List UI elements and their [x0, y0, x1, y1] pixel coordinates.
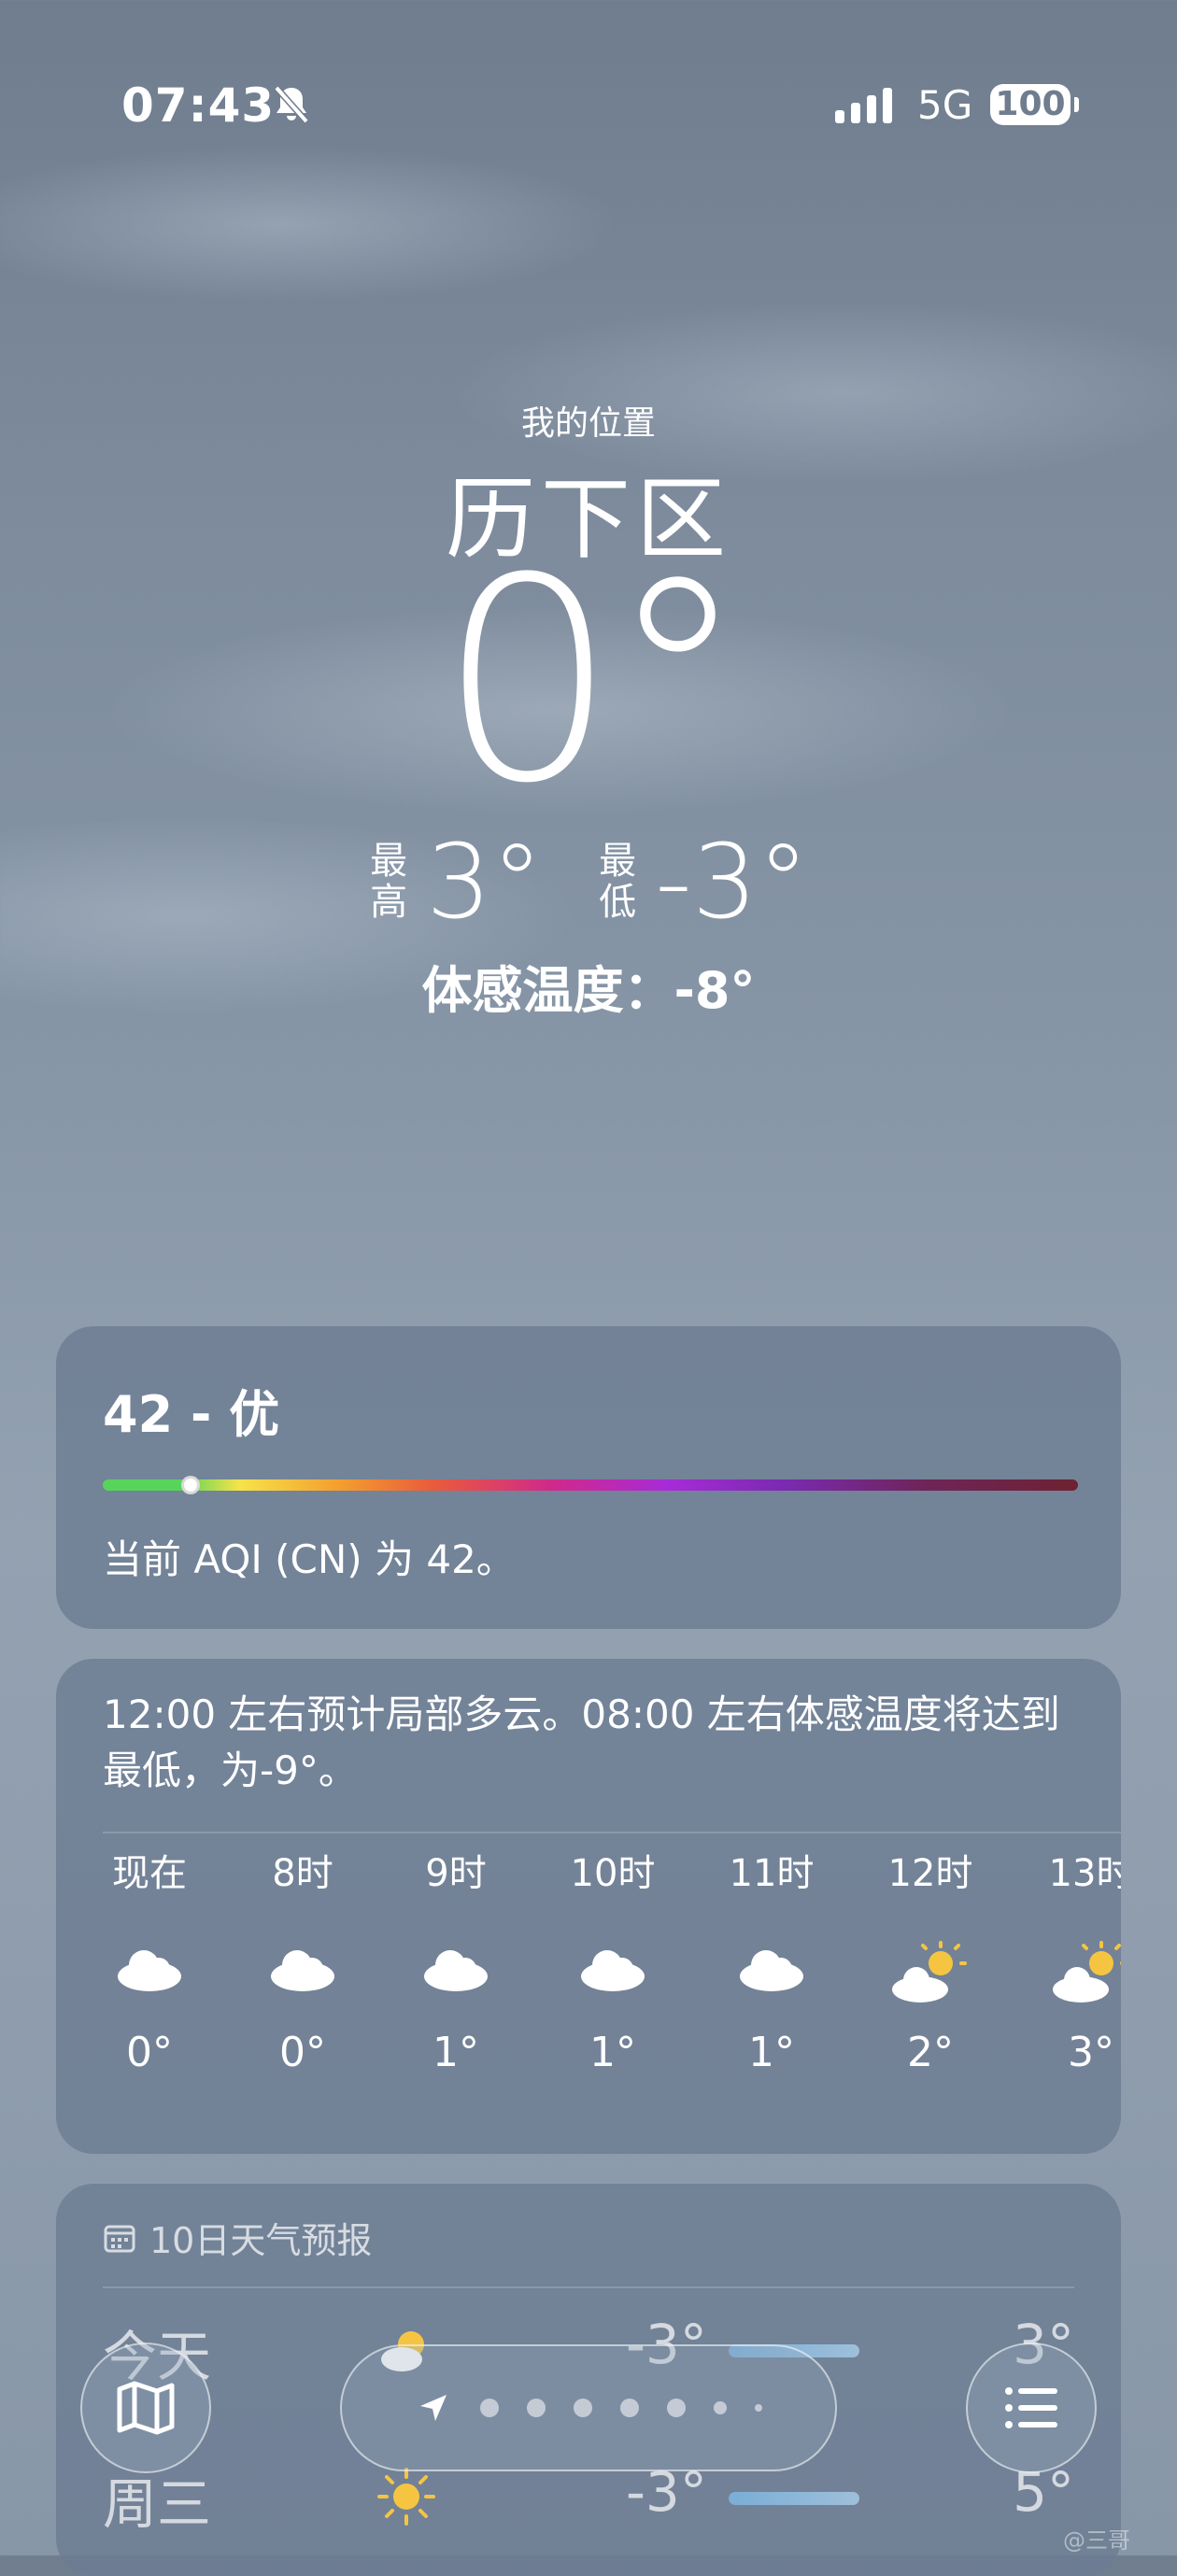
- low-label: 最低: [599, 840, 637, 924]
- map-button[interactable]: [80, 2342, 211, 2473]
- page-dot[interactable]: [714, 2401, 727, 2414]
- partly-sunny-icon: [1035, 1939, 1121, 2008]
- aqi-marker: [180, 1476, 200, 1494]
- status-time: 07:43: [121, 78, 276, 133]
- sun-icon: [377, 2468, 435, 2526]
- page-dot[interactable]: [667, 2399, 686, 2417]
- hour-label: 8时: [272, 1852, 333, 1895]
- list-icon: [1005, 2387, 1057, 2428]
- feels-like: 体感温度：-8°: [421, 961, 756, 1020]
- daily-title: 10日天气预报: [149, 2220, 373, 2261]
- hour-temp: 1°: [748, 2029, 795, 2076]
- low-temp: -3°: [655, 822, 809, 941]
- page-dot[interactable]: [755, 2404, 762, 2412]
- hour-label: 10时: [570, 1852, 656, 1895]
- hour-label: 现在: [112, 1852, 187, 1895]
- hourly-item: 13时 3°: [1035, 1846, 1121, 2076]
- hour-temp: 2°: [907, 2029, 954, 2076]
- cellular-signal-icon: [835, 88, 892, 123]
- page-dot[interactable]: [527, 2399, 546, 2417]
- cloud-icon: [716, 1939, 828, 2008]
- battery-icon: 100: [990, 84, 1079, 125]
- divider: [103, 1832, 1121, 1833]
- hourly-item: 10时 1°: [557, 1846, 669, 2076]
- hour-label: 11时: [729, 1852, 815, 1895]
- location-arrow-icon[interactable]: [415, 2389, 452, 2427]
- location-label: 我的位置: [520, 404, 656, 443]
- page-dot[interactable]: [574, 2399, 592, 2417]
- cloud-icon: [247, 1939, 359, 2008]
- hourly-item: 9时 1°: [400, 1846, 512, 2076]
- hour-label: 13时: [1048, 1852, 1121, 1895]
- aqi-scale-bar: [103, 1476, 1078, 1494]
- current-temperature: 0°: [438, 518, 748, 844]
- daily-header: 10日天气预报: [103, 2212, 372, 2263]
- cloud-icon: [400, 1939, 512, 2008]
- battery-level: 100: [995, 85, 1066, 123]
- hour-temp: 0°: [126, 2029, 173, 2076]
- hourly-summary: 12:00 左右预计局部多云。08:00 左右体感温度将达到最低，为-9°。: [103, 1691, 1060, 1793]
- divider: [103, 2286, 1074, 2288]
- bell-muted-icon: [274, 85, 309, 124]
- hour-temp: 1°: [433, 2029, 479, 2076]
- cloud-icon: [93, 1939, 206, 2008]
- cloud-icon: [557, 1939, 669, 2008]
- map-icon: [117, 2381, 175, 2435]
- hourly-item: 12时 2°: [874, 1846, 986, 2076]
- hour-label: 9时: [425, 1852, 487, 1895]
- temp-range-bar: [729, 2492, 859, 2505]
- status-bar: 07:43 5G 100: [0, 78, 1177, 138]
- hour-temp: 3°: [1068, 2029, 1114, 2076]
- hourly-forecast-card[interactable]: 12:00 左右预计局部多云。08:00 左右体感温度将达到最低，为-9°。 现…: [56, 1659, 1121, 2154]
- partly-sunny-icon: [874, 1939, 986, 2008]
- page-dot[interactable]: [480, 2399, 499, 2417]
- network-type: 5G: [917, 82, 973, 128]
- locations-list-button[interactable]: [966, 2342, 1097, 2473]
- hourly-item: 现在 0°: [93, 1846, 206, 2076]
- hour-temp: 0°: [279, 2029, 326, 2076]
- hour-temp: 1°: [589, 2029, 636, 2076]
- hourly-item: 11时 1°: [716, 1846, 828, 2076]
- page-dot[interactable]: [620, 2399, 639, 2417]
- aqi-description: 当前 AQI (CN) 为 42。: [103, 1536, 516, 1582]
- high-low: 最高 3° 最低 -3°: [0, 822, 1177, 941]
- location-pager[interactable]: [340, 2344, 837, 2471]
- watermark: @三哥: [1063, 2527, 1130, 2554]
- hourly-item: 8时 0°: [247, 1846, 359, 2076]
- high-label: 最高: [370, 840, 408, 924]
- high-temp: 3°: [426, 822, 544, 941]
- hour-label: 12时: [887, 1852, 973, 1895]
- aqi-card[interactable]: 42 - 优 当前 AQI (CN) 为 42。: [56, 1326, 1121, 1629]
- calendar-icon: [104, 2225, 135, 2252]
- daily-row[interactable]: 周三 -3° 5°: [103, 2460, 1074, 2544]
- aqi-value: 42 - 优: [103, 1385, 280, 1444]
